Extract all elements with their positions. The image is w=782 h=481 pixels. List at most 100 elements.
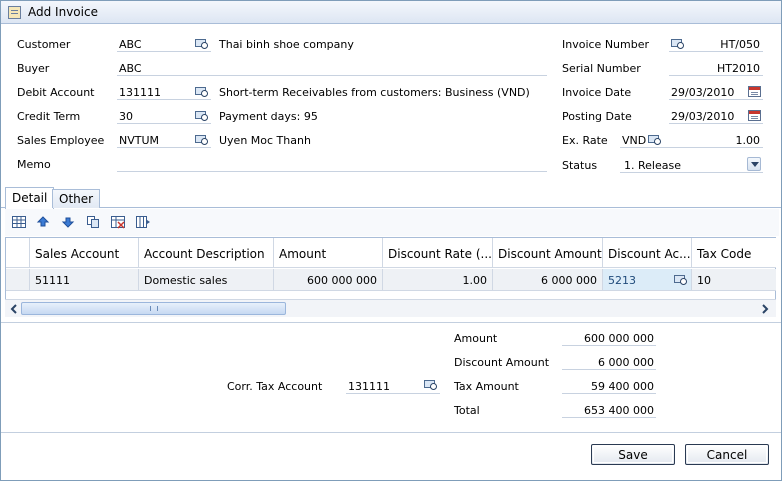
customer-code-field[interactable]: ABC [119,38,142,51]
posting-date-calendar-icon[interactable] [748,110,761,121]
table-cell[interactable]: 5213 [603,269,692,291]
corr-tax-account-lookup-icon[interactable] [424,379,438,390]
column-header[interactable]: Discount Amount [493,238,603,268]
table-cell[interactable]: 1.00 [383,269,493,291]
invoice-date-underline [669,99,763,100]
total-label: Total [454,404,480,417]
discount-amount-value: 6 000 000 [598,356,654,369]
invoice-date-field[interactable]: 29/03/2010 [671,86,734,99]
credit-term-label: Credit Term [17,110,81,123]
status-label: Status [562,159,598,172]
invoice-number-label: Invoice Number [562,38,650,51]
serial-number-underline [669,75,763,76]
serial-number-field[interactable]: HT2010 [717,62,760,75]
invoice-date-calendar-icon[interactable] [748,86,761,97]
table-cell[interactable]: 600 000 000 [274,269,383,291]
customer-name: Thai binh shoe company [219,38,354,51]
tab-detail[interactable]: Detail [5,187,55,209]
memo-underline [117,171,547,172]
table-cell[interactable]: Domestic sales [139,269,274,291]
title-bar: Add Invoice [1,1,781,24]
corr-tax-account-label: Corr. Tax Account [227,380,323,393]
ex-rate-underline [620,147,763,148]
column-header[interactable]: Amount [274,238,383,268]
cancel-button[interactable]: Cancel [685,444,769,465]
discount-amount-label: Discount Amount [454,356,550,369]
move-up-icon[interactable] [36,215,50,229]
invoice-number-field[interactable]: HT/050 [720,38,760,51]
customer-code-underline [117,51,211,52]
currency-field[interactable]: VND [622,134,646,147]
divider [1,322,781,323]
invoice-number-lookup-icon[interactable] [671,38,685,49]
tax-amount-value: 59 400 000 [591,380,654,393]
scroll-right-icon[interactable] [758,302,772,316]
sales-employee-field[interactable]: NVTUM [119,134,159,147]
invoice-date-label: Invoice Date [562,86,632,99]
credit-term-lookup-icon[interactable] [195,110,209,121]
scroll-left-icon[interactable] [7,302,21,316]
copy-row-icon[interactable] [86,215,100,229]
debit-account-underline [117,99,211,100]
sales-employee-underline [117,147,211,148]
posting-date-label: Posting Date [562,110,632,123]
discount-account-lookup-icon[interactable] [674,274,688,285]
discount-amount-underline [562,369,656,370]
posting-date-field[interactable]: 29/03/2010 [671,110,734,123]
customer-label: Customer [17,38,71,51]
corr-tax-account-underline [346,393,440,394]
table-cell[interactable]: 51111 [30,269,139,291]
discount-account-value: 5213 [608,274,636,287]
tab-other[interactable]: Other [52,189,101,208]
ex-rate-label: Ex. Rate [562,134,608,147]
currency-lookup-icon[interactable] [648,134,662,145]
columns-icon[interactable] [136,215,150,229]
column-header[interactable]: Tax Code [692,238,776,268]
sales-employee-lookup-icon[interactable] [195,134,209,145]
posting-date-underline [669,123,763,124]
sales-employee-label: Sales Employee [17,134,105,147]
scrollbar-thumb[interactable] [21,302,286,315]
table-cell[interactable]: 10 [692,269,776,291]
row-selector[interactable] [6,269,30,291]
add-invoice-window: Add Invoice Customer ABC Thai binh shoe … [0,0,782,481]
debit-account-field[interactable]: 131111 [119,86,161,99]
move-down-icon[interactable] [61,215,75,229]
window-title: Add Invoice [28,5,98,19]
invoice-icon [8,6,21,19]
buyer-label: Buyer [17,62,50,75]
chevron-down-icon[interactable] [747,157,761,171]
horizontal-scrollbar[interactable] [5,299,776,317]
column-header[interactable]: Sales Account [30,238,139,268]
column-header[interactable]: Account Description [139,238,274,268]
footer-divider [1,432,781,433]
amount-label: Amount [454,332,498,345]
buyer-field[interactable]: ABC [119,62,142,75]
column-header[interactable]: Discount Rate (... [383,238,493,268]
total-underline [562,417,656,418]
row-header-corner [6,238,30,268]
invoice-number-underline [669,51,763,52]
credit-term-underline [117,123,211,124]
customer-lookup-icon[interactable] [195,38,209,49]
tax-amount-underline [562,393,656,394]
status-select[interactable]: 1. Release [624,159,681,172]
serial-number-label: Serial Number [562,62,641,75]
debit-account-name: Short-term Receivables from customers: B… [219,86,530,99]
credit-term-name: Payment days: 95 [219,110,318,123]
debit-account-lookup-icon[interactable] [195,86,209,97]
memo-label: Memo [17,158,51,171]
total-value: 653 400 000 [584,404,654,417]
sales-employee-name: Uyen Moc Thanh [219,134,311,147]
credit-term-field[interactable]: 30 [119,110,133,123]
buyer-underline [117,75,547,76]
insert-row-icon[interactable] [12,215,26,229]
debit-account-label: Debit Account [17,86,95,99]
delete-row-icon[interactable] [111,215,125,229]
ex-rate-field[interactable]: 1.00 [736,134,761,147]
save-button[interactable]: Save [591,444,675,465]
table-cell[interactable]: 6 000 000 [493,269,603,291]
tax-amount-label: Tax Amount [454,380,519,393]
corr-tax-account-field[interactable]: 131111 [348,380,390,393]
column-header[interactable]: Discount Ac... [603,238,692,268]
